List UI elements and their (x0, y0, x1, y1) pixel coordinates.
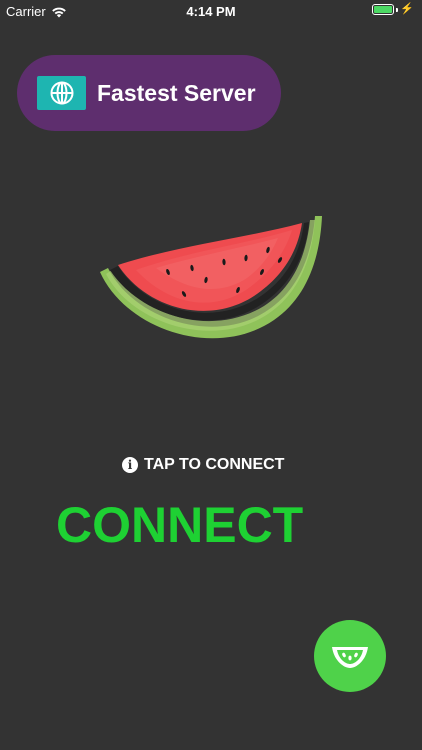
info-icon: i (122, 457, 138, 473)
battery-cap (396, 7, 399, 12)
globe-glyph (50, 81, 73, 105)
status-time: 4:14 PM (186, 4, 236, 19)
battery-indicator: ⚡ (372, 4, 414, 15)
connect-button[interactable]: CONNECT (56, 496, 303, 554)
watermelon-wedge-icon (332, 647, 368, 668)
status-bar: Carrier 4:14 PM ⚡ (0, 0, 422, 22)
server-selector-label: Fastest Server (97, 79, 256, 106)
charging-bolt-icon: ⚡ (400, 3, 414, 15)
app-screen: Carrier 4:14 PM ⚡ Fastest Server i TAP T… (0, 0, 422, 750)
globe-icon (37, 76, 86, 110)
battery-icon (372, 4, 395, 15)
server-selector-button[interactable]: Fastest Server (17, 55, 281, 131)
tap-to-connect-hint: i TAP TO CONNECT (122, 456, 284, 474)
battery-level (374, 6, 393, 13)
watermelon-fab-button[interactable] (314, 620, 386, 692)
tap-hint-label: TAP TO CONNECT (144, 456, 285, 473)
watermelon-slice-icon (100, 216, 322, 339)
